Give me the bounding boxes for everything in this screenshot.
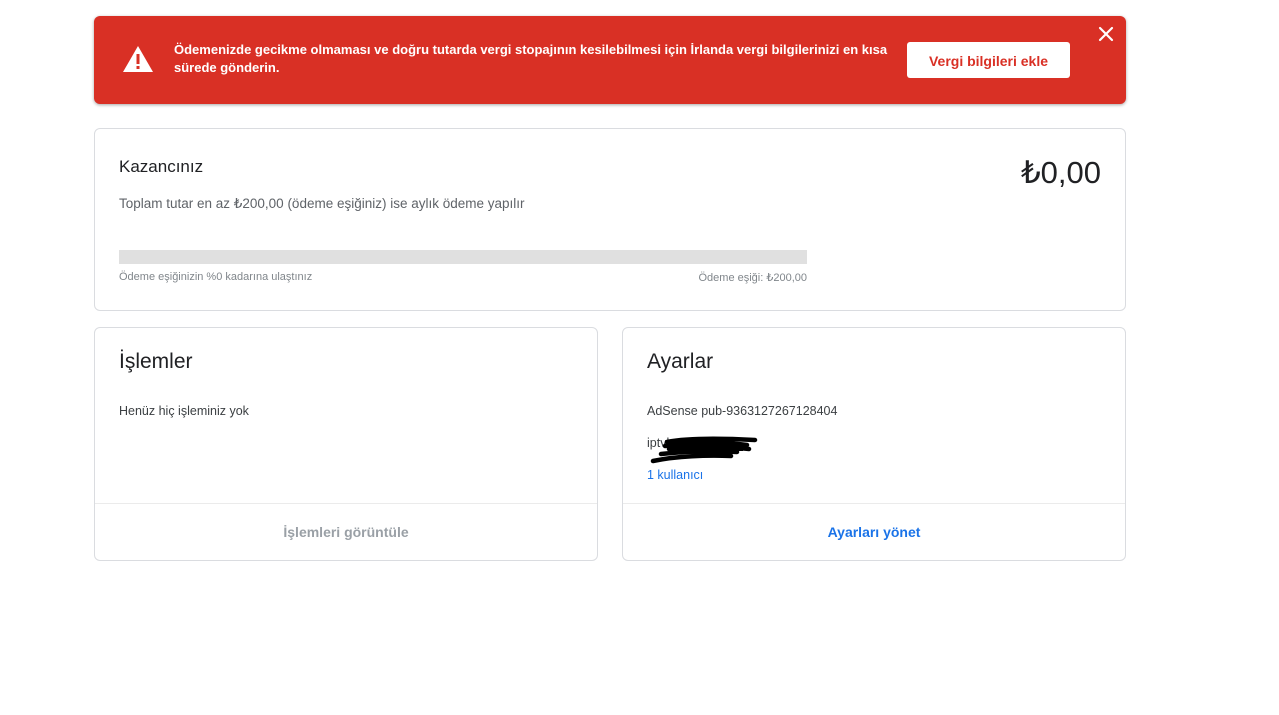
alert-message: Ödemenizde gecikme olmaması ve doğru tut… [174,42,888,75]
settings-card: Ayarlar AdSense pub-9363127267128404 ipt… [622,327,1126,561]
payment-threshold-label: Ödeme eşiği: ₺200,00 [698,272,807,284]
publisher-id-line: AdSense pub-9363127267128404 [647,404,838,418]
earnings-title: Kazancınız [119,157,204,176]
transactions-card: İşlemler Henüz hiç işleminiz yok İşlemle… [94,327,598,561]
progress-percent-label: Ödeme eşiğinizin %0 kadarına ulaştınız [119,271,313,283]
settings-title: Ayarlar [647,350,714,373]
account-name: iptvka [647,436,787,468]
warning-triangle-icon [123,46,153,72]
earnings-amount: ₺0,00 [1020,155,1101,190]
earnings-subtitle: Toplam tutar en az ₺200,00 (ödeme eşiğin… [119,196,525,211]
transactions-title: İşlemler [119,350,193,373]
transactions-empty-text: Henüz hiç işleminiz yok [119,404,249,418]
earnings-card: Kazancınız Toplam tutar en az ₺200,00 (ö… [94,128,1126,311]
tax-info-alert: Ödemenizde gecikme olmaması ve doğru tut… [94,16,1126,104]
close-icon[interactable] [1098,26,1114,42]
view-transactions-button[interactable]: İşlemleri görüntüle [95,504,597,561]
redaction-scribble [650,436,758,464]
payment-threshold-progress-bar [119,250,807,264]
add-tax-info-button[interactable]: Vergi bilgileri ekle [907,42,1070,78]
users-link[interactable]: 1 kullanıcı [647,468,703,482]
manage-settings-button[interactable]: Ayarları yönet [623,504,1125,561]
